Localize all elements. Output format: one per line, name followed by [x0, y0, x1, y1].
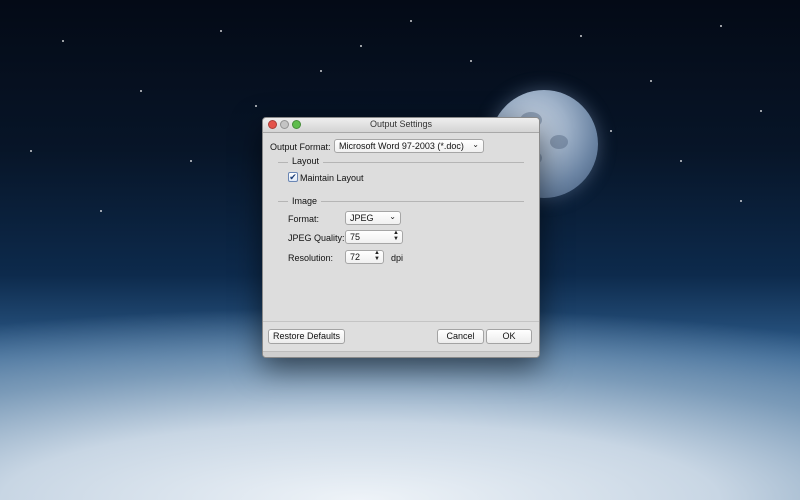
image-section-label: Image	[288, 196, 322, 206]
star	[580, 35, 582, 37]
star	[30, 150, 32, 152]
star	[360, 45, 362, 47]
resolution-unit: dpi	[391, 253, 404, 263]
star	[190, 160, 192, 162]
resolution-value: 72	[350, 252, 361, 262]
star	[62, 40, 64, 42]
settings-panel: Output Format: Microsoft Word 97-2003 (*…	[263, 133, 539, 321]
chevron-down-icon: ⌄	[389, 212, 396, 221]
ok-button[interactable]: OK	[486, 329, 532, 344]
star	[610, 130, 612, 132]
output-format-value: Microsoft Word 97-2003 (*.doc)	[339, 141, 464, 151]
maintain-layout-label: Maintain Layout	[300, 173, 364, 183]
dialog-footer: Restore Defaults Cancel OK	[263, 321, 539, 352]
star	[680, 160, 682, 162]
star	[320, 70, 322, 72]
star	[100, 210, 102, 212]
output-settings-dialog: Output Settings Output Format: Microsoft…	[262, 117, 540, 358]
resolution-label: Resolution:	[288, 253, 334, 263]
star	[470, 60, 472, 62]
image-format-select[interactable]: JPEG ⌄	[345, 211, 401, 225]
window-bottom-bar	[263, 351, 539, 357]
moon-crater	[550, 135, 568, 149]
window-title: Output Settings	[369, 119, 433, 129]
star	[255, 105, 257, 107]
layout-section-label: Layout	[288, 156, 324, 166]
title-bar[interactable]: Output Settings	[263, 118, 539, 133]
resolution-stepper[interactable]: 72 ▲ ▼	[345, 250, 384, 264]
restore-defaults-button[interactable]: Restore Defaults	[268, 329, 345, 344]
jpeg-quality-label: JPEG Quality:	[288, 233, 345, 243]
star	[760, 110, 762, 112]
cancel-button[interactable]: Cancel	[437, 329, 484, 344]
chevron-down-icon: ⌄	[472, 140, 479, 149]
star	[650, 80, 652, 82]
star	[220, 30, 222, 32]
output-format-select[interactable]: Microsoft Word 97-2003 (*.doc) ⌄	[334, 139, 484, 153]
star	[410, 20, 412, 22]
jpeg-quality-stepper[interactable]: 75 ▲ ▼	[345, 230, 403, 244]
format-label: Format:	[288, 214, 320, 224]
stepper-arrows-icon[interactable]: ▲ ▼	[374, 250, 380, 262]
stepper-arrows-icon[interactable]: ▲ ▼	[393, 230, 399, 242]
image-format-value: JPEG	[350, 213, 374, 223]
star	[740, 200, 742, 202]
jpeg-quality-value: 75	[350, 232, 361, 242]
star	[720, 25, 722, 27]
output-format-label: Output Format:	[270, 142, 331, 152]
maintain-layout-checkbox[interactable]: ✔	[288, 172, 298, 182]
star	[140, 90, 142, 92]
